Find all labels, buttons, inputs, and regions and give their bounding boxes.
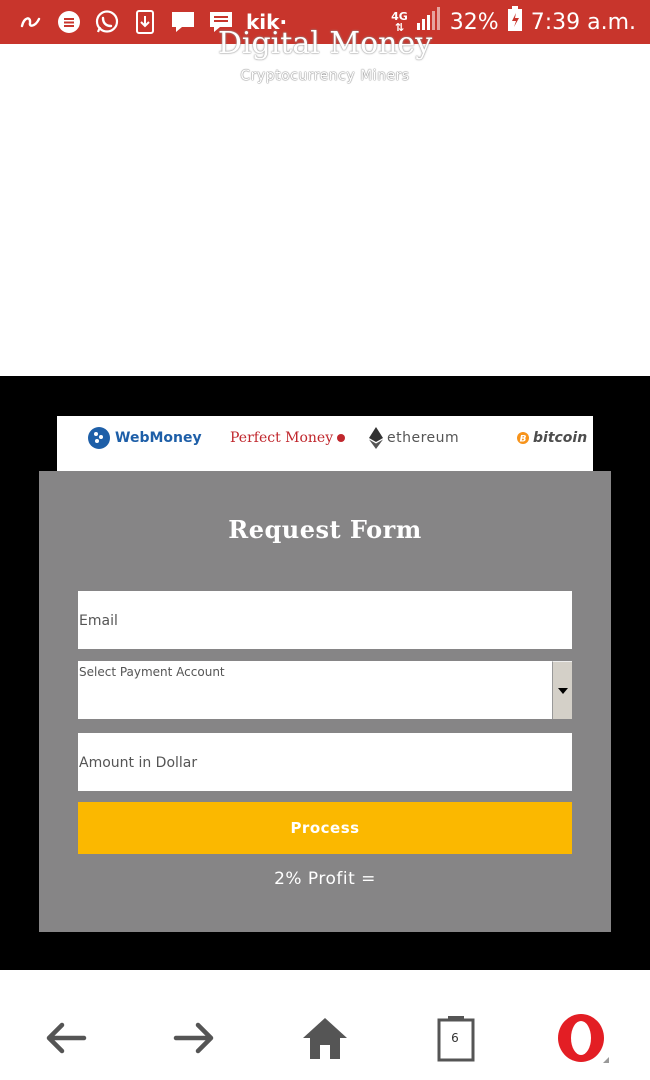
perfect-money-label: Perfect Money: [230, 430, 334, 446]
request-form: Request Form Email Select Payment Accoun…: [39, 471, 611, 932]
form-title: Request Form: [228, 515, 422, 544]
home-button[interactable]: [295, 1008, 355, 1068]
ethereum-label: ethereum: [387, 430, 460, 446]
forward-button[interactable]: [165, 1008, 225, 1068]
ethereum-diamond-icon: [369, 427, 383, 449]
tabs-button[interactable]: 6: [425, 1008, 485, 1068]
opera-icon: [558, 1014, 609, 1063]
bitcoin-label: bitcoin: [533, 430, 588, 446]
hero-section: Digital Money Cryptocurrency Miners: [0, 26, 650, 376]
select-dropdown-button[interactable]: [552, 661, 572, 719]
process-button[interactable]: Process: [78, 802, 572, 854]
browser-bottom-nav: 6: [0, 970, 650, 1080]
payment-logos-strip: WebMoney Perfect Money ethereum B bitcoi…: [57, 416, 593, 472]
opera-menu-button[interactable]: [552, 1008, 612, 1068]
chevron-down-icon: [557, 687, 568, 694]
perfect-money-logo: Perfect Money: [230, 416, 346, 460]
email-placeholder: Email: [79, 613, 118, 629]
home-icon: [303, 1018, 347, 1059]
webmoney-globe-icon: [88, 427, 110, 449]
bitcoin-logo: B bitcoin: [517, 416, 587, 460]
forward-icon: [173, 1022, 214, 1054]
tabs-count: 6: [451, 1031, 459, 1045]
hero-title: Digital Money: [217, 26, 433, 61]
perfect-money-badge-icon: [337, 434, 346, 442]
back-button[interactable]: [35, 1008, 95, 1068]
browser-screen: kik· 4G ⇅ 32% 7:39 a.m. Digital Money Cry…: [0, 0, 650, 1080]
hero-subtitle: Cryptocurrency Miners: [240, 68, 410, 84]
payment-account-select[interactable]: Select Payment Account: [78, 661, 572, 719]
amount-placeholder: Amount in Dollar: [79, 755, 198, 771]
profit-text: 2% Profit =: [274, 869, 376, 889]
bitcoin-coin-icon: B: [517, 432, 529, 444]
network-type: 4G: [391, 10, 408, 23]
back-icon: [46, 1022, 87, 1054]
email-field[interactable]: Email: [78, 591, 572, 649]
payment-account-placeholder: Select Payment Account: [79, 665, 225, 679]
payment-section: WebMoney Perfect Money ethereum B bitcoi…: [0, 376, 650, 970]
amount-field[interactable]: Amount in Dollar: [78, 733, 572, 791]
ethereum-logo: ethereum: [369, 416, 459, 460]
webmoney-label: WebMoney: [115, 430, 202, 446]
webmoney-logo: WebMoney: [87, 416, 202, 460]
svg-text:B: B: [520, 435, 527, 445]
